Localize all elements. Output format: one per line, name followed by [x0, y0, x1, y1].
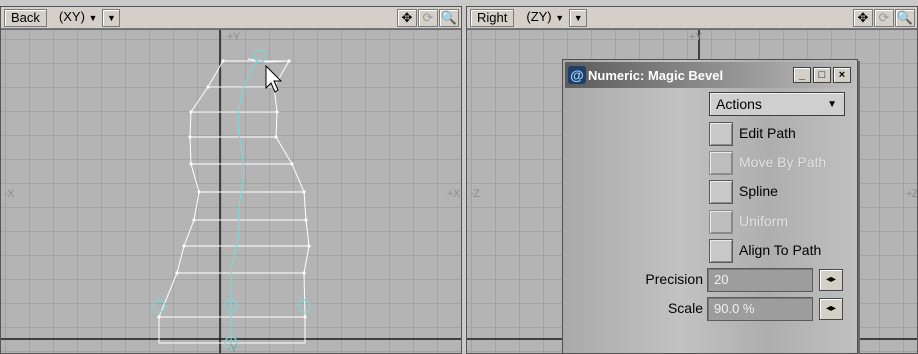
axis-label-top: +Y [689, 31, 702, 43]
move-icon[interactable]: ✥ [853, 8, 873, 27]
viewport-back[interactable]: Back (XY) ▼ ▼ ✥ ⟳ 🔍 +Y -Y -X +X [0, 6, 462, 354]
projection-dropdown-right[interactable]: (ZY) ▼ [524, 8, 567, 27]
mouse-cursor-icon [265, 64, 283, 93]
uniform-label: Uniform [739, 213, 789, 229]
precision-field[interactable]: 20 [707, 268, 813, 292]
scale-field[interactable]: 90.0 % [707, 297, 813, 321]
magic-bevel-logo-icon: @ [568, 66, 586, 84]
maximize-button[interactable]: □ [813, 67, 831, 83]
mesh-points [157, 59, 311, 319]
edit-path-label: Edit Path [739, 125, 796, 141]
precision-label: Precision [645, 271, 703, 287]
axis-label-top: +Y [227, 31, 240, 43]
chevron-down-icon: ▼ [827, 98, 837, 110]
bevel-path-curve [230, 56, 261, 350]
close-button[interactable]: × [833, 67, 851, 83]
uniform-checkbox[interactable] [709, 210, 733, 234]
view-options-dropdown-right[interactable]: ▼ [569, 8, 588, 27]
projection-label-back: (XY) [58, 8, 85, 24]
minimize-button[interactable]: _ [793, 67, 811, 83]
actions-label: Actions [716, 96, 762, 112]
spline-label: Spline [739, 183, 778, 199]
viewport-canvas-back[interactable]: +Y -Y -X +X [1, 30, 461, 353]
zoom-icon[interactable]: 🔍 [439, 8, 459, 27]
zoom-icon[interactable]: 🔍 [895, 8, 915, 27]
spline-checkbox[interactable] [709, 180, 733, 204]
precision-stepper[interactable]: ◂▸ [819, 269, 843, 291]
viewport-header-back: Back (XY) ▼ ▼ ✥ ⟳ 🔍 [1, 7, 461, 29]
view-name-dropdown-right[interactable]: Right [470, 8, 515, 27]
projection-dropdown-back[interactable]: (XY) ▼ [56, 8, 100, 27]
magic-bevel-dialog[interactable]: @ Numeric: Magic Bevel _ □ × Actions ▼ E… [562, 59, 858, 354]
align-to-path-label: Align To Path [739, 242, 822, 258]
scale-label: Scale [667, 300, 703, 316]
view-options-dropdown-back[interactable]: ▼ [102, 8, 121, 27]
projection-label-right: (ZY) [526, 8, 552, 24]
viewport-header-right: Right (ZY) ▼ ▼ ✥ ⟳ 🔍 [467, 7, 917, 29]
chevron-down-icon: ▼ [88, 12, 98, 23]
axis-label-bottom: -Y [227, 343, 238, 353]
mesh-drawing-back [1, 30, 461, 353]
axis-label-left: -X [4, 188, 15, 200]
actions-dropdown[interactable]: Actions ▼ [709, 92, 845, 116]
dialog-title-bar[interactable]: @ Numeric: Magic Bevel _ □ × [565, 62, 855, 88]
rotate-icon[interactable]: ⟳ [874, 8, 894, 27]
chevron-down-icon: ▼ [555, 12, 565, 23]
move-by-path-checkbox[interactable] [709, 151, 733, 175]
align-to-path-checkbox[interactable] [709, 239, 733, 263]
rotate-icon[interactable]: ⟳ [418, 8, 438, 27]
dialog-title: Numeric: Magic Bevel [588, 67, 724, 83]
edit-path-checkbox[interactable] [709, 122, 733, 146]
move-icon[interactable]: ✥ [397, 8, 417, 27]
axis-label-right: +X [447, 188, 460, 200]
view-name-dropdown-back[interactable]: Back [4, 8, 47, 27]
move-by-path-label: Move By Path [739, 154, 827, 170]
scale-stepper[interactable]: ◂▸ [819, 298, 843, 320]
axis-label-right: +Z [906, 188, 917, 200]
axis-label-left: -Z [470, 188, 480, 200]
